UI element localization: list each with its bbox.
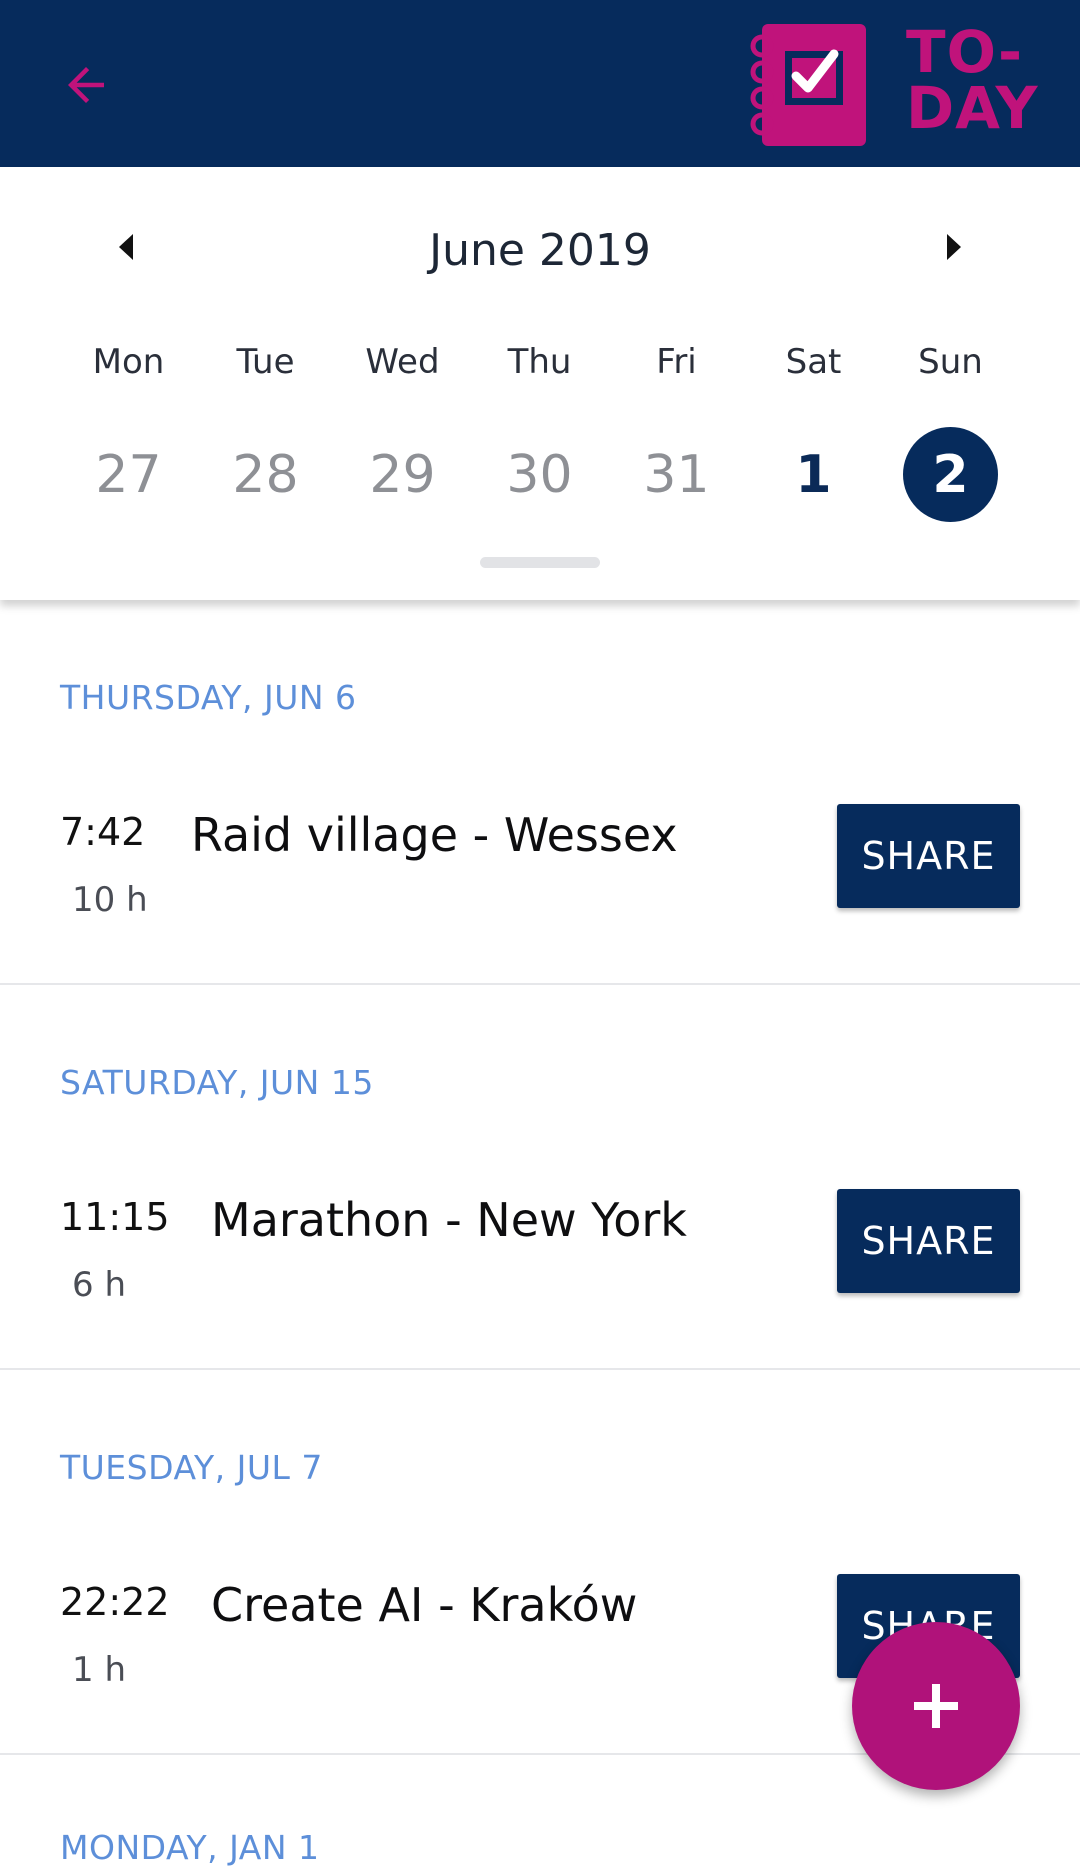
event-duration: 6 h [72, 1265, 126, 1305]
date-cell[interactable]: 1 [745, 427, 882, 522]
date-cell[interactable]: 28 [197, 427, 334, 522]
day-header: TUESDAY, JUL 7 [60, 1448, 323, 1487]
weekday-label: Sun [918, 342, 983, 382]
event-time: 7:42 [60, 810, 146, 854]
weekday-row: Mon Tue Wed Thu Fri Sat Sun [60, 342, 1020, 382]
week-calendar: June 2019 Mon Tue Wed Thu Fri Sat Sun 27… [0, 167, 1080, 600]
caret-left-icon [119, 234, 133, 260]
weekday-label: Sat [785, 342, 842, 382]
date-number: 31 [643, 444, 710, 505]
month-title: June 2019 [429, 225, 651, 276]
day-header: THURSDAY, JUN 6 [60, 678, 357, 717]
date-number: 28 [232, 444, 299, 505]
weekday-label: Mon [92, 342, 165, 382]
date-number: 2 [903, 427, 998, 522]
event-duration: 10 h [72, 880, 148, 920]
day-header: SATURDAY, JUN 15 [60, 1063, 374, 1102]
event-duration: 1 h [72, 1650, 126, 1690]
previous-month-button[interactable] [96, 217, 156, 277]
weekday-label: Tue [236, 342, 295, 382]
next-month-button[interactable] [924, 217, 984, 277]
event-time: 11:15 [60, 1195, 170, 1239]
plus-icon [914, 1684, 958, 1728]
add-event-button[interactable] [852, 1622, 1020, 1790]
weekday-label: Wed [365, 342, 440, 382]
weekday-label: Thu [507, 342, 572, 382]
list-item: THURSDAY, JUN 6 7:42 10 h Raid village -… [0, 600, 1080, 985]
event-title[interactable]: Marathon - New York [211, 1193, 687, 1247]
date-cell[interactable]: 29 [334, 427, 471, 522]
date-cell[interactable]: 27 [60, 427, 197, 522]
event-title[interactable]: Create AI - Kraków [211, 1578, 637, 1632]
date-number: 30 [506, 444, 573, 505]
date-cell[interactable]: 31 [608, 427, 745, 522]
arrow-left-icon [68, 67, 104, 103]
app-bar: TO- DAY [0, 0, 1080, 167]
date-cell-selected[interactable]: 2 [882, 427, 1019, 522]
calendar-drag-handle[interactable] [480, 557, 600, 568]
date-row: 27 28 29 30 31 1 2 [60, 427, 1020, 522]
caret-right-icon [947, 234, 961, 260]
app-logo-text: TO- DAY [906, 18, 1046, 142]
date-number: 1 [795, 444, 832, 505]
logo-line-2: DAY [906, 74, 1039, 142]
weekday-label: Fri [656, 342, 697, 382]
event-list: THURSDAY, JUN 6 7:42 10 h Raid village -… [0, 600, 1080, 1755]
share-button[interactable]: SHARE [837, 1189, 1020, 1293]
checked-notebook-icon [750, 24, 866, 146]
logo-line-1: TO- [906, 18, 1024, 86]
list-item: SATURDAY, JUN 15 11:15 6 h Marathon - Ne… [0, 985, 1080, 1370]
date-cell[interactable]: 30 [471, 427, 608, 522]
date-number: 29 [369, 444, 436, 505]
event-time: 22:22 [60, 1580, 170, 1624]
share-button[interactable]: SHARE [837, 804, 1020, 908]
date-number: 27 [95, 444, 162, 505]
back-button[interactable] [56, 55, 116, 115]
event-title[interactable]: Raid village - Wessex [191, 808, 678, 862]
